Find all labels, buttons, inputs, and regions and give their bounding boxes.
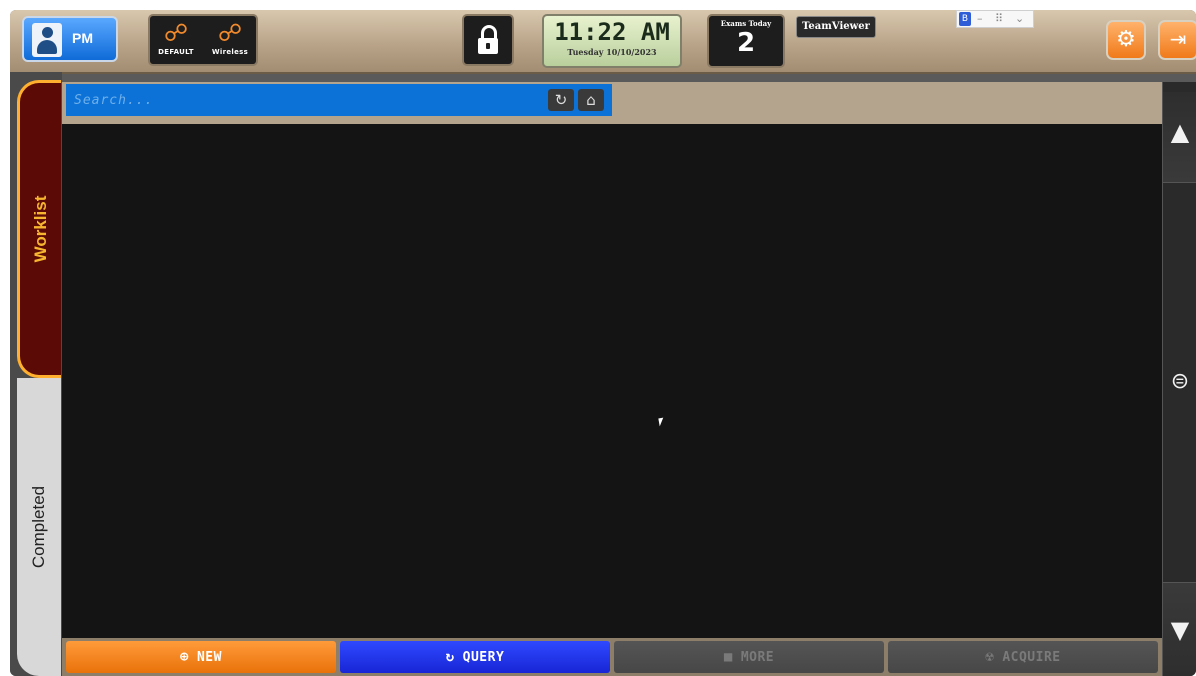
plus-circle-icon: ⊕	[180, 649, 189, 665]
search-bar: ↻ ⌂	[62, 82, 1162, 124]
top-bar: PM ☍ DEFAULT ☍ Wireless 11:22 AM Tuesday…	[10, 10, 1196, 74]
network-wireless[interactable]: ☍ Wireless	[206, 18, 254, 64]
query-button-label: QUERY	[462, 650, 505, 665]
lock-button[interactable]	[462, 14, 514, 66]
tab-completed-label: Completed	[29, 485, 48, 569]
clock-time: 11:22 AM	[554, 18, 670, 46]
gear-icon: ⚙	[1116, 27, 1136, 52]
teamviewer-button[interactable]: TeamViewer	[796, 16, 876, 38]
network-default[interactable]: ☍ DEFAULT	[152, 18, 200, 64]
app-window: PM ☍ DEFAULT ☍ Wireless 11:22 AM Tuesday…	[10, 10, 1196, 676]
clock-display: 11:22 AM Tuesday 10/10/2023	[542, 14, 682, 68]
radiation-icon: ☢	[985, 649, 995, 665]
exams-today-count: 2	[736, 28, 756, 58]
network-label: Wireless	[211, 48, 249, 56]
user-icon	[32, 23, 62, 57]
arrow-down-icon: ▼	[1170, 616, 1190, 644]
user-label: PM	[72, 30, 93, 46]
tab-worklist-label: Worklist	[30, 195, 50, 263]
user-button[interactable]: PM	[22, 16, 118, 62]
settings-button[interactable]: ⚙	[1106, 20, 1146, 60]
scroll-down-button[interactable]: ▼	[1163, 582, 1196, 676]
floating-mini-toolbar[interactable]: B – ⠿ ⌄	[956, 10, 1034, 28]
exit-icon: ⇥	[1169, 27, 1187, 51]
refresh-icon: ↻	[445, 649, 455, 665]
network-status-panel[interactable]: ☍ DEFAULT ☍ Wireless	[148, 14, 258, 66]
new-button-label: NEW	[196, 650, 222, 665]
query-button[interactable]: ↻ QUERY	[340, 641, 610, 673]
new-button[interactable]: ⊕ NEW	[66, 641, 336, 673]
link-icon: ☍	[217, 19, 243, 47]
acquire-button[interactable]: ☢ ACQUIRE	[888, 641, 1158, 673]
chevron-down-icon[interactable]: ⌄	[1015, 12, 1024, 26]
scroll-up-button[interactable]: ▲	[1163, 92, 1196, 183]
minimize-icon[interactable]: –	[977, 12, 983, 26]
app-icon[interactable]: B	[959, 12, 971, 26]
scroll-rail: ▲ ⊜ ▼	[1162, 82, 1196, 676]
more-button-label: MORE	[740, 650, 775, 665]
tab-worklist[interactable]: Worklist	[17, 80, 61, 378]
bottom-action-bar: ⊕ NEW ↻ QUERY ■ MORE ☢ ACQUIRE	[62, 638, 1162, 676]
exams-today-counter: Exams Today 2	[707, 14, 785, 68]
exams-today-label: Exams Today	[720, 19, 772, 28]
refresh-icon[interactable]: ↻	[548, 89, 574, 111]
search-input[interactable]	[66, 84, 544, 116]
acquire-button-label: ACQUIRE	[1002, 650, 1061, 665]
network-label: DEFAULT	[158, 48, 194, 56]
more-icon: ■	[723, 649, 733, 665]
clock-date: Tuesday 10/10/2023	[567, 47, 657, 57]
logout-button[interactable]: ⇥	[1158, 20, 1196, 60]
link-icon: ☍	[163, 19, 189, 47]
scroll-handle[interactable]: ⊜	[1163, 362, 1196, 402]
grip-icon: ⊜	[1170, 369, 1190, 394]
grip-icon[interactable]: ⠿	[995, 12, 1003, 26]
more-button[interactable]: ■ MORE	[614, 641, 884, 673]
home-icon[interactable]: ⌂	[578, 89, 604, 111]
tab-completed[interactable]: Completed	[17, 378, 61, 676]
search-actions: ↻ ⌂	[544, 84, 612, 116]
arrow-up-icon: ▲	[1170, 118, 1190, 146]
worklist-content-area[interactable]	[62, 124, 1162, 638]
side-tab-panel: Worklist Completed	[10, 72, 62, 676]
